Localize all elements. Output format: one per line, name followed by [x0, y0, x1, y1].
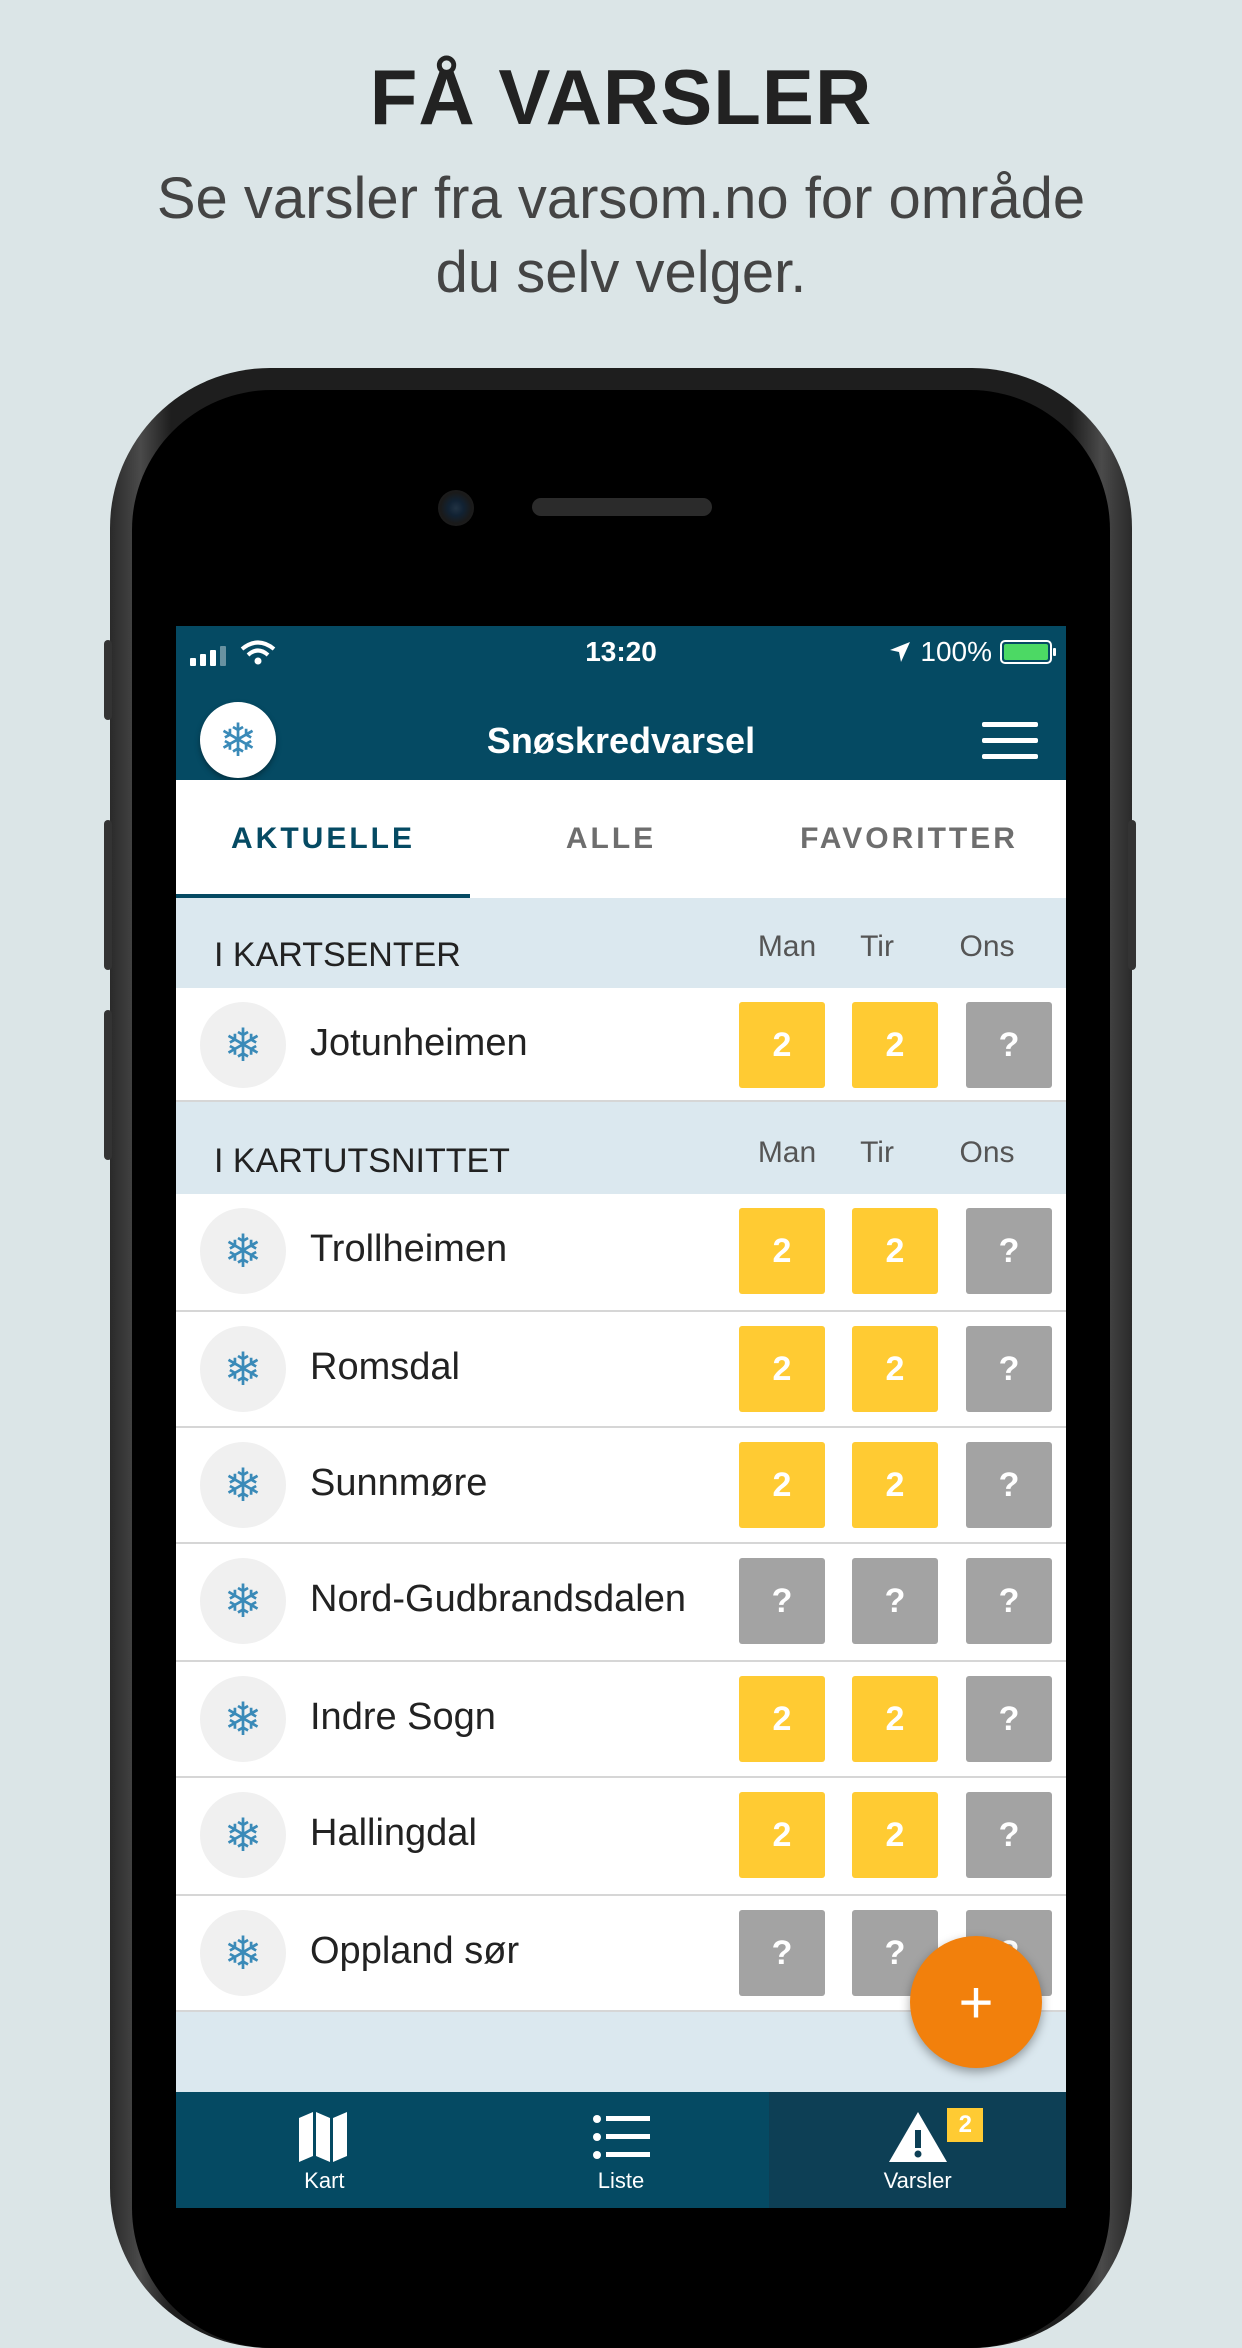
front-camera	[438, 490, 474, 526]
region-name: Hallingdal	[310, 1812, 477, 1854]
tab-alle[interactable]: ALLE	[470, 780, 752, 898]
snowflake-icon: ❄	[200, 1558, 286, 1644]
danger-level-badge[interactable]: 2	[852, 1792, 938, 1878]
bottom-tab-label: Varsler	[883, 2168, 952, 2193]
region-name: Oppland sør	[310, 1930, 520, 1972]
volume-down-button	[104, 1010, 112, 1160]
section-header-kartsenter: I KARTSENTER Man Tir Ons	[176, 898, 1066, 988]
danger-level-badge[interactable]: 2	[852, 1208, 938, 1294]
danger-level-badge[interactable]: ?	[966, 1676, 1052, 1762]
bottom-tab-label: Kart	[304, 2168, 345, 2193]
danger-level-badge[interactable]: 2	[852, 1326, 938, 1412]
danger-level-badge[interactable]: ?	[966, 1002, 1052, 1088]
region-name: Romsdal	[310, 1346, 460, 1388]
danger-level-badge[interactable]: ?	[966, 1558, 1052, 1644]
danger-level-badge[interactable]: ?	[966, 1326, 1052, 1412]
list-icon	[592, 2106, 650, 2168]
power-button	[1128, 820, 1136, 970]
app-screen: 13:20 100% ❄ Snøskredvarsel AKTUELLE ALL…	[176, 626, 1066, 2208]
bottom-tab-bar: Kart Liste 2 Varsler	[176, 2092, 1066, 2208]
section-header-kartutsnittet: I KARTUTSNITTET Man Tir Ons	[176, 1102, 1066, 1204]
danger-level-badge[interactable]: 2	[739, 1002, 825, 1088]
danger-level-badge[interactable]: 2	[852, 1442, 938, 1528]
list-item[interactable]: ❄ Sunnmøre 2 2 ?	[176, 1428, 1066, 1544]
promo-subline-line2: du selv velger.	[435, 240, 807, 305]
tab-favoritter[interactable]: FAVORITTER	[752, 780, 1066, 898]
promo-subline-line1: Se varsler fra varsom.no for område	[156, 166, 1086, 231]
danger-level-badge[interactable]: ?	[739, 1558, 825, 1644]
promo-subline: Se varsler fra varsom.no for område du s…	[100, 162, 1142, 310]
status-bar: 13:20 100%	[176, 626, 1066, 682]
region-name: Sunnmøre	[310, 1462, 488, 1504]
bottom-tab-liste[interactable]: Liste	[473, 2092, 770, 2208]
day-label: Man	[757, 1136, 817, 1169]
bottom-tab-varsler[interactable]: 2 Varsler	[769, 2092, 1066, 2208]
mute-switch	[104, 640, 112, 720]
section-title: I KARTUTSNITTET	[214, 1142, 510, 1180]
list-item[interactable]: ❄ Trollheimen 2 2 ?	[176, 1194, 1066, 1312]
danger-level-badge[interactable]: ?	[852, 1558, 938, 1644]
day-label: Man	[757, 930, 817, 963]
danger-level-badge[interactable]: 2	[739, 1676, 825, 1762]
region-name: Trollheimen	[310, 1228, 508, 1270]
bottom-tab-kart[interactable]: Kart	[176, 2092, 473, 2208]
volume-up-button	[104, 820, 112, 970]
snowflake-icon: ❄	[200, 1676, 286, 1762]
danger-level-badge[interactable]: 2	[739, 1442, 825, 1528]
bottom-tab-label: Liste	[597, 2168, 645, 2193]
earpiece-speaker	[532, 498, 712, 516]
list-item[interactable]: ❄ Nord-Gudbrandsdalen ? ? ?	[176, 1544, 1066, 1662]
danger-level-badge[interactable]: 2	[739, 1326, 825, 1412]
tab-aktuelle[interactable]: AKTUELLE	[176, 780, 470, 898]
snowflake-icon: ❄	[200, 1208, 286, 1294]
day-label: Ons	[959, 930, 1015, 963]
warning-icon	[887, 2106, 949, 2168]
danger-level-badge[interactable]: ?	[739, 1910, 825, 1996]
battery-icon	[1000, 640, 1056, 664]
region-name: Indre Sogn	[310, 1696, 496, 1738]
snowflake-icon: ❄	[200, 1792, 286, 1878]
snowflake-icon: ❄	[200, 1910, 286, 1996]
danger-level-badge[interactable]: ?	[966, 1442, 1052, 1528]
map-icon	[297, 2106, 351, 2168]
day-label: Tir	[860, 1136, 894, 1169]
status-right: 100%	[888, 636, 1056, 668]
tab-bar: AKTUELLE ALLE FAVORITTER	[176, 780, 1066, 898]
danger-level-badge[interactable]: 2	[739, 1208, 825, 1294]
day-label: Tir	[860, 930, 894, 963]
battery-percent: 100%	[920, 636, 992, 667]
nav-title: Snøskredvarsel	[486, 720, 756, 761]
list-item[interactable]: ❄ Jotunheimen 2 2 ?	[176, 988, 1066, 1102]
location-arrow-icon	[890, 642, 911, 662]
notification-badge: 2	[947, 2108, 984, 2142]
snowflake-icon: ❄	[200, 1002, 286, 1088]
snowflake-icon: ❄	[200, 1442, 286, 1528]
list-item[interactable]: ❄ Romsdal 2 2 ?	[176, 1312, 1066, 1428]
add-button[interactable]: +	[910, 1936, 1042, 2068]
list-item[interactable]: ❄ Indre Sogn 2 2 ?	[176, 1662, 1066, 1778]
danger-level-badge[interactable]: ?	[966, 1792, 1052, 1878]
region-name: Jotunheimen	[310, 1022, 528, 1064]
promo-headline: FÅ VARSLER	[369, 53, 873, 141]
day-label: Ons	[959, 1136, 1015, 1169]
danger-level-badge[interactable]: 2	[852, 1002, 938, 1088]
snowflake-icon: ❄	[200, 1326, 286, 1412]
hamburger-menu-icon[interactable]	[982, 722, 1038, 762]
region-name: Nord-Gudbrandsdalen	[310, 1578, 687, 1620]
section-title: I KARTSENTER	[214, 936, 461, 974]
danger-level-badge[interactable]: 2	[739, 1792, 825, 1878]
danger-level-badge[interactable]: ?	[966, 1208, 1052, 1294]
list-item[interactable]: ❄ Hallingdal 2 2 ?	[176, 1778, 1066, 1896]
danger-level-badge[interactable]: 2	[852, 1676, 938, 1762]
